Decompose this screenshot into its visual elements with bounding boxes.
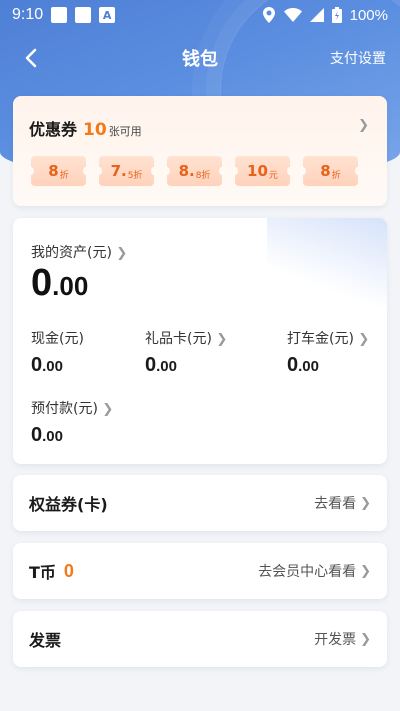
cash-item[interactable]: 现金(元) 0.00 xyxy=(31,328,84,377)
chevron-right-icon: ❯ xyxy=(360,495,371,511)
prepaid-item[interactable]: 预付款(元) ❯ 0.00 xyxy=(31,398,113,447)
issue-invoice-link[interactable]: 开发票 ❯ xyxy=(314,629,371,649)
battery-percent: 100% xyxy=(349,6,388,24)
coupon-ticket[interactable]: 8折 xyxy=(300,156,361,186)
coupon-unit: 张可用 xyxy=(108,125,142,138)
taxi-credit-dec: .00 xyxy=(298,358,319,375)
status-time: 9:10 xyxy=(12,6,44,23)
battery-icon xyxy=(331,7,342,23)
coupon-card[interactable]: 优惠券 10 张可用 ❯ 8折 7. 5折 8. 8折 10 元 8折 xyxy=(13,96,387,206)
chevron-right-icon: ❯ xyxy=(360,563,371,579)
cash-int: 0 xyxy=(31,354,43,376)
coupon-ticket-list: 8折 7. 5折 8. 8折 10 元 8折 xyxy=(28,156,361,186)
ticket-value: 8 xyxy=(48,162,59,180)
payment-settings-link[interactable]: 支付设置 xyxy=(330,48,386,68)
chevron-right-icon: ❯ xyxy=(216,332,228,347)
prepaid-dec: .00 xyxy=(42,428,63,445)
cash-value: 0.00 xyxy=(31,354,84,377)
member-center-link-text: 去会员中心看看 xyxy=(258,564,357,580)
signal-icon xyxy=(309,8,324,22)
ticket-unit: 5折 xyxy=(127,170,143,181)
issue-invoice-link-text: 开发票 xyxy=(314,632,357,648)
gift-card-item[interactable]: 礼品卡(元) ❯ 0.00 xyxy=(145,328,227,377)
ticket-unit: 元 xyxy=(268,170,278,181)
ticket-value: 7. xyxy=(110,162,127,180)
prepaid-label: 预付款(元) xyxy=(31,401,98,417)
nav-bar: 钱包 支付设置 xyxy=(0,36,400,80)
my-assets-link[interactable]: 我的资产(元) ❯ xyxy=(31,242,127,262)
gift-card-dec: .00 xyxy=(156,358,177,375)
my-assets-label: 我的资产(元) xyxy=(31,245,112,261)
coupon-count: 10 xyxy=(83,120,107,140)
tcoin-row[interactable]: T币 0 去会员中心看看 ❯ xyxy=(13,543,387,599)
chevron-right-icon: ❯ xyxy=(102,402,114,417)
ticket-unit: 8折 xyxy=(195,170,211,181)
coupon-ticket[interactable]: 7. 5折 xyxy=(96,156,157,186)
chevron-right-icon: ❯ xyxy=(358,118,369,133)
gift-card-int: 0 xyxy=(145,354,157,376)
ticket-value: 8. xyxy=(178,162,195,180)
notification-icon xyxy=(75,7,92,23)
total-assets-dec: .00 xyxy=(52,271,89,301)
invoice-label: 发票 xyxy=(29,631,62,650)
rights-coupon-row[interactable]: 权益券(卡) 去看看 ❯ xyxy=(13,475,387,531)
rights-coupon-link[interactable]: 去看看 ❯ xyxy=(314,493,371,513)
ticket-unit: 折 xyxy=(59,170,69,181)
cash-label: 现金(元) xyxy=(31,331,84,347)
member-center-link[interactable]: 去会员中心看看 ❯ xyxy=(258,561,371,581)
notification-icon xyxy=(51,7,68,23)
tcoin-label: T币 xyxy=(29,563,56,582)
ticket-value: 10 xyxy=(247,162,268,180)
gift-card-value: 0.00 xyxy=(145,354,227,377)
assets-card: 我的资产(元) ❯ 0.00 现金(元) 0.00 礼品卡(元) ❯ 0.00 … xyxy=(13,218,387,464)
rights-coupon-link-text: 去看看 xyxy=(314,496,357,512)
coupon-label: 优惠券 xyxy=(29,120,78,139)
taxi-credit-label: 打车金(元) xyxy=(287,331,354,347)
status-bar: 9:10 A 100% xyxy=(0,0,400,30)
invoice-row[interactable]: 发票 开发票 ❯ xyxy=(13,611,387,667)
app-notification-icon: A xyxy=(99,7,116,23)
chevron-right-icon: ❯ xyxy=(358,332,370,347)
prepaid-int: 0 xyxy=(31,424,43,446)
taxi-credit-item[interactable]: 打车金(元) ❯ 0.00 xyxy=(287,328,369,377)
chevron-right-icon: ❯ xyxy=(360,631,371,647)
ticket-value: 8 xyxy=(320,162,331,180)
chevron-right-icon: ❯ xyxy=(116,246,128,261)
total-assets-int: 0 xyxy=(31,262,53,304)
total-assets-value: 0.00 xyxy=(31,262,88,305)
location-icon xyxy=(262,7,275,23)
wifi-icon xyxy=(283,8,302,22)
coupon-ticket[interactable]: 8. 8折 xyxy=(164,156,225,186)
coupon-header: 优惠券 10 张可用 xyxy=(29,116,142,140)
tcoin-value: 0 xyxy=(63,560,74,581)
rights-coupon-label: 权益券(卡) xyxy=(29,495,108,514)
coupon-ticket[interactable]: 10 元 xyxy=(232,156,293,186)
ticket-unit: 折 xyxy=(331,170,341,181)
taxi-credit-value: 0.00 xyxy=(287,354,369,377)
coupon-ticket[interactable]: 8折 xyxy=(28,156,89,186)
card-decoration xyxy=(267,218,387,308)
cash-dec: .00 xyxy=(42,358,63,375)
page-title: 钱包 xyxy=(182,49,218,70)
prepaid-value: 0.00 xyxy=(31,424,113,447)
gift-card-label: 礼品卡(元) xyxy=(145,331,212,347)
taxi-credit-int: 0 xyxy=(287,354,299,376)
back-arrow-icon[interactable] xyxy=(18,44,46,72)
